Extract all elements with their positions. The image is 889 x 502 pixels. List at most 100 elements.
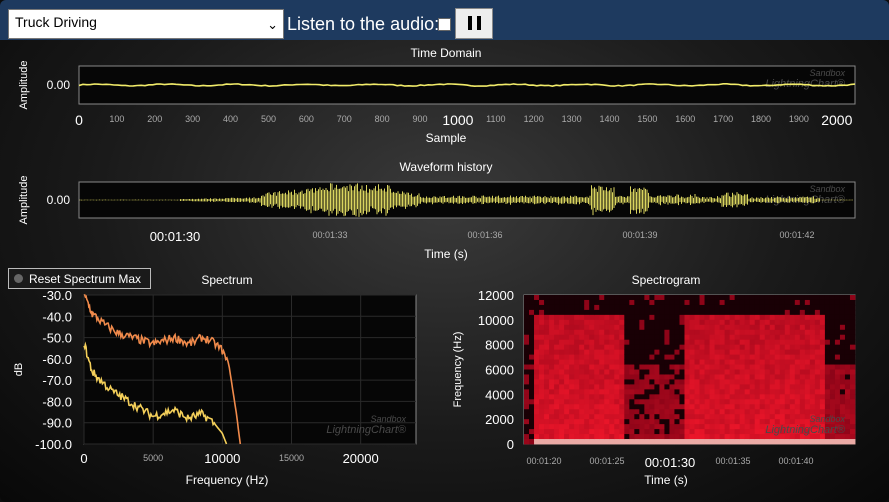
heatmap-cell bbox=[764, 349, 771, 355]
heatmap-cell bbox=[579, 304, 585, 311]
y-tick-label: 6000 bbox=[485, 363, 514, 378]
heatmap-cell bbox=[619, 394, 625, 400]
heatmap-cell bbox=[674, 309, 680, 316]
heatmap-cell bbox=[614, 434, 620, 440]
heatmap-cell bbox=[824, 309, 831, 316]
sound-select[interactable]: Truck Driving ⌄ bbox=[8, 9, 284, 39]
heatmap-cell bbox=[549, 314, 555, 321]
heatmap-cell bbox=[714, 344, 720, 351]
heatmap-cell bbox=[814, 329, 821, 336]
heatmap-cell bbox=[614, 329, 620, 336]
heatmap-cell bbox=[804, 354, 811, 360]
heatmap-cell bbox=[639, 394, 645, 400]
time-domain-chart: Time DomainSampleAmplitude0 100 200 300 400 5… bbox=[18, 46, 856, 145]
heatmap-cell bbox=[844, 299, 851, 306]
heatmap-cell bbox=[649, 409, 655, 415]
heatmap-cell bbox=[649, 424, 655, 430]
heatmap-cell bbox=[649, 394, 655, 400]
heatmap-cell bbox=[829, 384, 836, 390]
heatmap-cell bbox=[564, 389, 570, 395]
heatmap-cell bbox=[774, 295, 781, 301]
heatmap-cell bbox=[564, 379, 570, 385]
heatmap-cell bbox=[539, 304, 545, 311]
heatmap-cell bbox=[804, 334, 811, 341]
heatmap-cell bbox=[804, 319, 811, 326]
heatmap-cell bbox=[674, 314, 680, 321]
heatmap-cell bbox=[839, 319, 846, 326]
heatmap-cell bbox=[749, 364, 756, 370]
heatmap-cell bbox=[734, 344, 741, 351]
heatmap-cell bbox=[674, 374, 680, 380]
heatmap-cell bbox=[534, 334, 540, 341]
heatmap-cell bbox=[609, 369, 615, 375]
heatmap-cell bbox=[634, 329, 640, 336]
heatmap-cell bbox=[604, 384, 610, 390]
heatmap-cell bbox=[839, 399, 846, 405]
heatmap-cell bbox=[599, 349, 605, 355]
heatmap-cell bbox=[589, 329, 595, 336]
heatmap-cell bbox=[684, 334, 690, 341]
heatmap-cell bbox=[704, 429, 710, 435]
reset-spectrum-max-button[interactable]: Reset Spectrum Max bbox=[8, 268, 151, 289]
heatmap-cell bbox=[754, 399, 761, 405]
heatmap-cell bbox=[574, 434, 580, 440]
heatmap-cell bbox=[784, 389, 791, 395]
heatmap-cell bbox=[819, 344, 826, 351]
listen-checkbox[interactable] bbox=[438, 18, 451, 31]
heatmap-cell bbox=[699, 349, 705, 355]
heatmap-cell bbox=[599, 299, 605, 306]
heatmap-cell bbox=[574, 299, 580, 306]
heatmap-cell bbox=[729, 344, 736, 351]
heatmap-cell bbox=[709, 389, 715, 395]
pause-button[interactable] bbox=[455, 8, 493, 39]
x-axis-label: Time (s) bbox=[424, 247, 468, 261]
heatmap-cell bbox=[724, 349, 731, 355]
heatmap-cell bbox=[709, 434, 715, 440]
heatmap-cell bbox=[604, 394, 610, 400]
heatmap-cell bbox=[564, 324, 570, 331]
heatmap-cell bbox=[784, 314, 791, 321]
heatmap-cell bbox=[719, 374, 726, 380]
heatmap-cell bbox=[769, 394, 776, 400]
heatmap-cell bbox=[664, 409, 670, 415]
heatmap-cell bbox=[759, 295, 766, 301]
heatmap-cell bbox=[564, 394, 570, 400]
heatmap-cell bbox=[694, 389, 700, 395]
heatmap-cell bbox=[834, 344, 841, 351]
heatmap-cell bbox=[659, 399, 665, 405]
heatmap-cell bbox=[784, 304, 791, 311]
heatmap-cell bbox=[654, 394, 660, 400]
heatmap-cell bbox=[544, 374, 550, 380]
heatmap-cell bbox=[549, 295, 555, 301]
heatmap-cell bbox=[659, 309, 665, 316]
heatmap-cell bbox=[759, 369, 766, 375]
heatmap-cell bbox=[629, 409, 635, 415]
heatmap-cell bbox=[674, 429, 680, 435]
heatmap-cell bbox=[664, 424, 670, 430]
heatmap-cell bbox=[704, 349, 710, 355]
heatmap-cell bbox=[834, 304, 841, 311]
heatmap-cell bbox=[744, 299, 751, 306]
heatmap-cell bbox=[689, 349, 695, 355]
heatmap-cell bbox=[759, 399, 766, 405]
heatmap-cell bbox=[714, 354, 720, 360]
heatmap-cell bbox=[624, 399, 630, 405]
heatmap-cell bbox=[804, 364, 811, 370]
heatmap-cell bbox=[719, 434, 726, 440]
heatmap-cell bbox=[529, 359, 535, 365]
heatmap-cell bbox=[634, 344, 640, 351]
heatmap-cell bbox=[744, 409, 751, 415]
heatmap-cell bbox=[759, 374, 766, 380]
heatmap-cell bbox=[849, 419, 856, 425]
heatmap-cell bbox=[789, 309, 796, 316]
heatmap-cell bbox=[624, 424, 630, 430]
heatmap-cell bbox=[554, 349, 560, 355]
heatmap-cell bbox=[729, 349, 736, 355]
heatmap-cell bbox=[789, 349, 796, 355]
heatmap-cell bbox=[704, 404, 710, 410]
heatmap-cell bbox=[789, 319, 796, 326]
heatmap-cell bbox=[829, 299, 836, 306]
heatmap-cell bbox=[804, 304, 811, 311]
heatmap-cell bbox=[754, 414, 761, 420]
heatmap-cell bbox=[684, 429, 690, 435]
